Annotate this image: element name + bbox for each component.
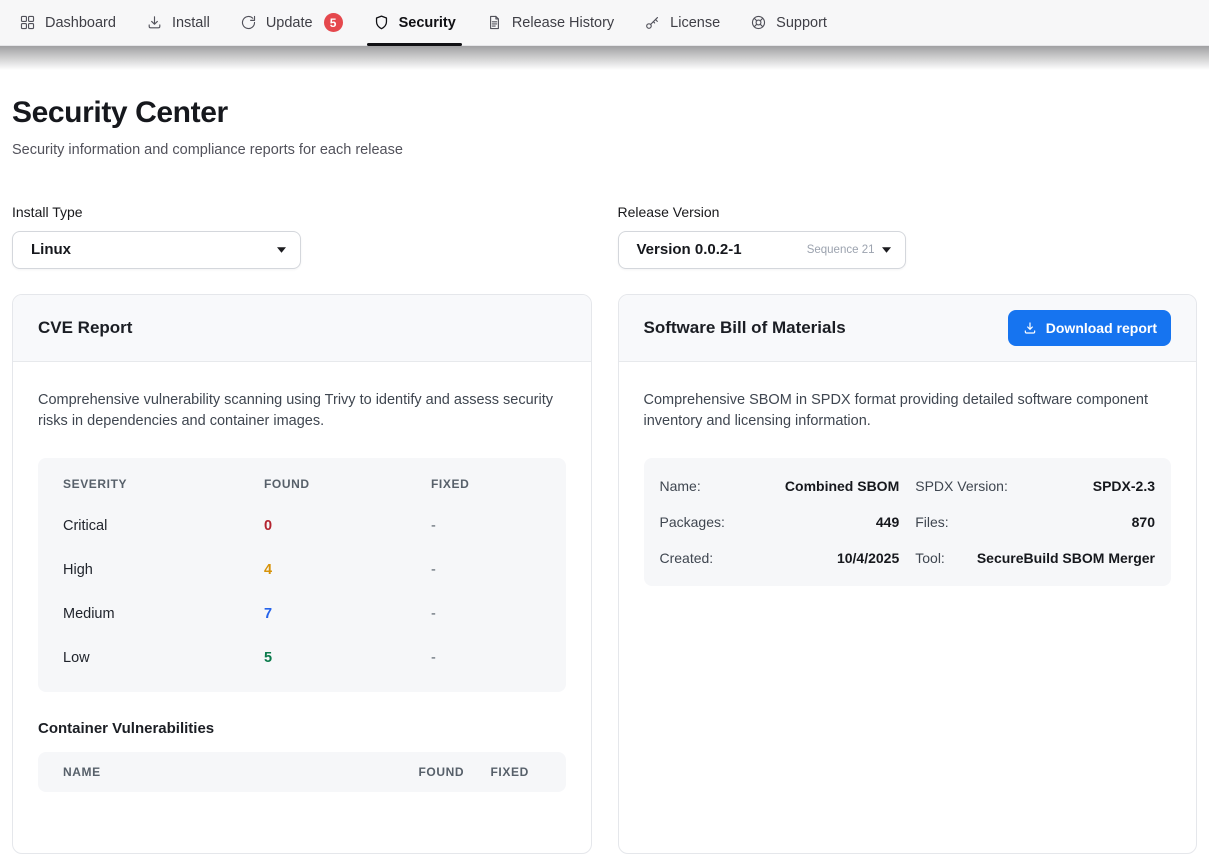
column-header-found: FOUND (419, 765, 491, 779)
top-nav: Dashboard Install Update 5 Security Rele… (0, 0, 1209, 46)
sbom-details: Name: Combined SBOM SPDX Version: SPDX-2… (644, 458, 1172, 586)
install-type-label: Install Type (12, 204, 592, 220)
severity-row-low: Low 5 - (63, 636, 541, 680)
sbom-detail-spdx-version: SPDX Version: SPDX-2.3 (915, 468, 1155, 504)
nav-item-license[interactable]: License (629, 0, 735, 45)
license-key-icon (644, 14, 661, 31)
chevron-down-icon (277, 247, 286, 253)
cve-report-body: Comprehensive vulnerability scanning usi… (13, 362, 591, 818)
sbom-detail-created: Created: 10/4/2025 (660, 540, 900, 576)
scroll-shade (0, 46, 1209, 70)
severity-row-critical: Critical 0 - (63, 504, 541, 548)
nav-item-install[interactable]: Install (131, 0, 225, 45)
support-lifebuoy-icon (750, 14, 767, 31)
nav-item-label: Support (776, 15, 827, 31)
dashboard-grid-icon (19, 14, 36, 31)
page-title: Security Center (12, 97, 1197, 129)
install-type-value: Linux (31, 241, 71, 258)
column-header-name: NAME (63, 765, 419, 779)
sbom-description: Comprehensive SBOM in SPDX format provid… (644, 390, 1172, 433)
page-subtitle: Security information and compliance repo… (12, 142, 1197, 158)
cve-report-header: CVE Report (13, 295, 591, 362)
column-header-fixed: FIXED (491, 765, 541, 779)
download-icon (1022, 320, 1038, 336)
cve-report-description: Comprehensive vulnerability scanning usi… (38, 390, 566, 433)
severity-row-medium: Medium 7 - (63, 592, 541, 636)
security-shield-icon (373, 14, 390, 31)
container-vulnerabilities-title: Container Vulnerabilities (38, 720, 566, 737)
release-version-value: Version 0.0.2-1 (637, 241, 742, 258)
download-report-label: Download report (1046, 320, 1157, 336)
release-version-select[interactable]: Version 0.0.2-1 Sequence 21 (618, 231, 906, 269)
sbom-card: Software Bill of Materials Download repo… (618, 294, 1198, 854)
install-type-select[interactable]: Linux (12, 231, 301, 269)
sbom-detail-files: Files: 870 (915, 504, 1155, 540)
release-history-document-icon (486, 14, 503, 31)
sbom-detail-packages: Packages: 449 (660, 504, 900, 540)
sbom-detail-tool: Tool: SecureBuild SBOM Merger (915, 540, 1155, 576)
sequence-label: Sequence 21 (807, 244, 875, 256)
sbom-header: Software Bill of Materials Download repo… (619, 295, 1197, 362)
container-vulnerabilities-table-header: NAME FOUND FIXED (38, 752, 566, 792)
severity-row-high: High 4 - (63, 548, 541, 592)
severity-table: SEVERITY FOUND FIXED Critical 0 - High 4… (38, 458, 566, 692)
install-type-filter: Install Type Linux (12, 204, 592, 269)
update-count-badge: 5 (324, 13, 343, 32)
nav-item-release-history[interactable]: Release History (471, 0, 629, 45)
sbom-body: Comprehensive SBOM in SPDX format provid… (619, 362, 1197, 612)
release-version-filter: Release Version Version 0.0.2-1 Sequence… (618, 204, 1198, 269)
install-download-icon (146, 14, 163, 31)
sbom-detail-name: Name: Combined SBOM (660, 468, 900, 504)
nav-item-label: Install (172, 15, 210, 31)
column-header-found: FOUND (264, 477, 431, 491)
download-report-button[interactable]: Download report (1008, 310, 1171, 346)
nav-item-label: Release History (512, 15, 614, 31)
severity-table-header: SEVERITY FOUND FIXED (63, 464, 541, 504)
column-header-fixed: FIXED (431, 477, 541, 491)
nav-item-support[interactable]: Support (735, 0, 842, 45)
sbom-title: Software Bill of Materials (644, 318, 846, 338)
nav-item-label: License (670, 15, 720, 31)
filters-row: Install Type Linux Release Version Versi… (12, 204, 1197, 269)
column-header-severity: SEVERITY (63, 477, 264, 491)
cve-report-title: CVE Report (38, 318, 132, 338)
nav-item-update[interactable]: Update 5 (225, 0, 358, 45)
main-content: Security Center Security information and… (0, 70, 1209, 854)
cve-report-card: CVE Report Comprehensive vulnerability s… (12, 294, 592, 854)
nav-item-label: Security (399, 15, 456, 31)
update-refresh-icon (240, 14, 257, 31)
release-version-label: Release Version (618, 204, 1198, 220)
cards-row: CVE Report Comprehensive vulnerability s… (12, 294, 1197, 854)
nav-item-security[interactable]: Security (358, 0, 471, 45)
nav-item-dashboard[interactable]: Dashboard (4, 0, 131, 45)
nav-item-label: Update (266, 15, 313, 31)
nav-item-label: Dashboard (45, 15, 116, 31)
chevron-down-icon (882, 247, 891, 253)
